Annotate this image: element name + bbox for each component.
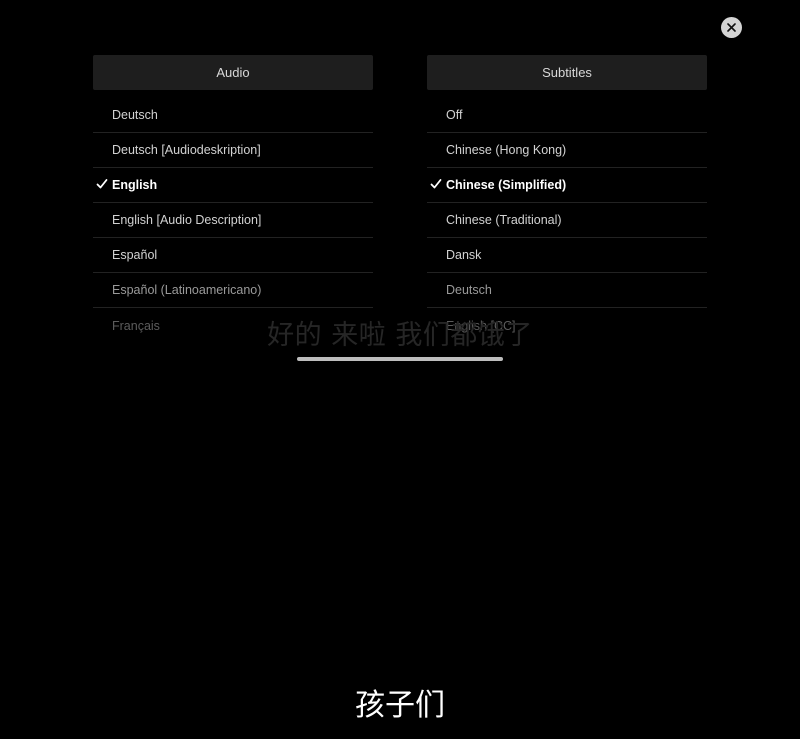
audio-option-deutsch[interactable]: Deutsch bbox=[93, 98, 373, 133]
option-label: Chinese (Traditional) bbox=[446, 213, 562, 227]
option-label: Español bbox=[112, 248, 158, 262]
option-label: English bbox=[112, 178, 158, 192]
checkmark-icon bbox=[430, 179, 442, 189]
audio-panel: Audio Deutsch Deutsch [Audiodeskription]… bbox=[93, 55, 373, 343]
audio-option-english-audio-description[interactable]: English [Audio Description] bbox=[93, 203, 373, 238]
audio-option-deutsch-audiodeskription[interactable]: Deutsch [Audiodeskription] bbox=[93, 133, 373, 168]
audio-header: Audio bbox=[93, 55, 373, 90]
option-label: English [Audio Description] bbox=[112, 213, 262, 227]
option-label: Deutsch bbox=[446, 283, 492, 297]
video-player: Audio Deutsch Deutsch [Audiodeskription]… bbox=[0, 0, 800, 739]
subtitle-option-dansk[interactable]: Dansk bbox=[427, 238, 707, 273]
subtitle-option-deutsch[interactable]: Deutsch bbox=[427, 273, 707, 308]
subtitles-panel: Subtitles Off Chinese (Hong Kong) Chines… bbox=[427, 55, 707, 343]
subtitle-caption: 孩子们 bbox=[355, 688, 445, 723]
subtitle-option-chinese-traditional[interactable]: Chinese (Traditional) bbox=[427, 203, 707, 238]
subtitles-header: Subtitles bbox=[427, 55, 707, 90]
faded-subtitle-text: 好的 来啦 我们都饿了 bbox=[267, 320, 533, 351]
subtitles-options-list: Off Chinese (Hong Kong) Chinese (Simplif… bbox=[427, 98, 707, 343]
audio-option-espanol[interactable]: Español bbox=[93, 238, 373, 273]
scroll-indicator[interactable] bbox=[297, 357, 503, 361]
audio-option-english[interactable]: English bbox=[93, 168, 373, 203]
subtitle-option-chinese-simplified[interactable]: Chinese (Simplified) bbox=[427, 168, 707, 203]
audio-option-espanol-latinoamericano[interactable]: Español (Latinoamericano) bbox=[93, 273, 373, 308]
option-label: Chinese (Hong Kong) bbox=[446, 143, 567, 157]
subtitle-option-off[interactable]: Off bbox=[427, 98, 707, 133]
audio-options-list: Deutsch Deutsch [Audiodeskription] Engli… bbox=[93, 98, 373, 343]
option-label: Dansk bbox=[446, 248, 482, 262]
option-label: Deutsch bbox=[112, 108, 158, 122]
checkmark-icon bbox=[96, 179, 108, 189]
close-button[interactable] bbox=[721, 17, 742, 38]
option-label: Chinese (Simplified) bbox=[446, 178, 567, 192]
option-label: Español (Latinoamericano) bbox=[112, 283, 262, 297]
subtitle-option-chinese-hong-kong[interactable]: Chinese (Hong Kong) bbox=[427, 133, 707, 168]
close-icon bbox=[727, 23, 736, 32]
option-label: Off bbox=[446, 108, 463, 122]
option-label: Deutsch [Audiodeskription] bbox=[112, 143, 261, 157]
